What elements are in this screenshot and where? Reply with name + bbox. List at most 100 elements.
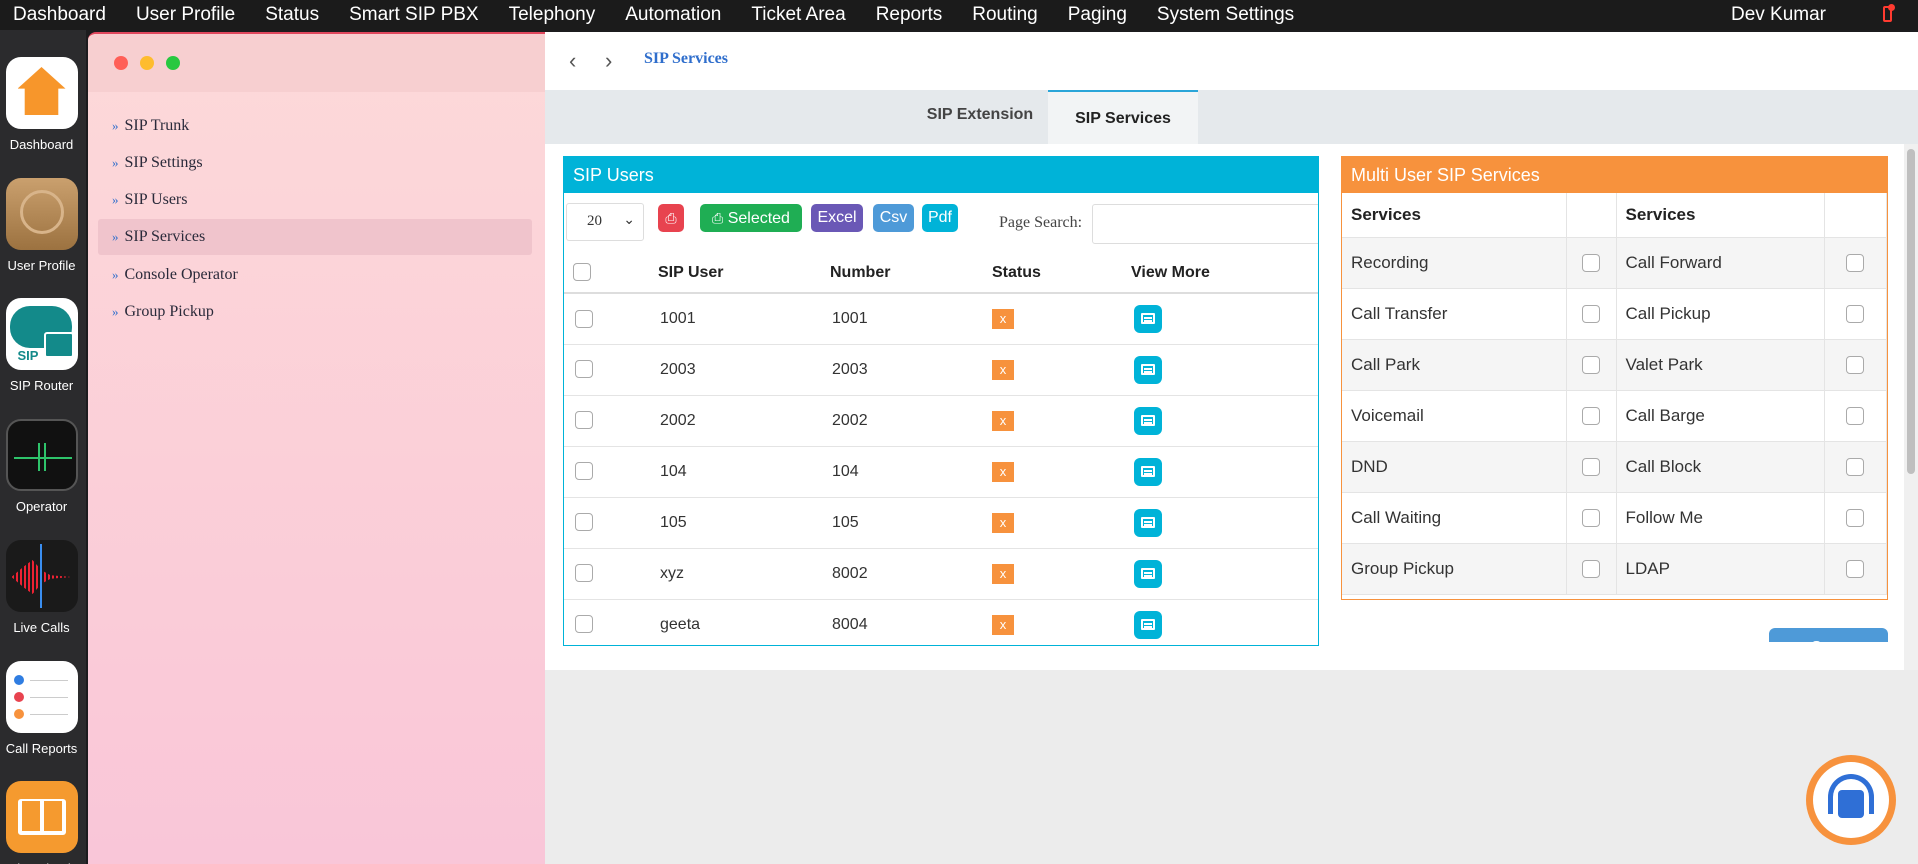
row-checkbox[interactable] bbox=[575, 462, 593, 481]
service-checkbox[interactable] bbox=[1846, 305, 1865, 324]
service-checkbox-cell bbox=[1824, 237, 1887, 289]
row-checkbox[interactable] bbox=[575, 309, 593, 328]
view-more-cell bbox=[1131, 548, 1318, 600]
home-icon bbox=[5, 57, 78, 129]
page-size-select[interactable]: 20 ⌄ bbox=[566, 203, 644, 241]
dock-item-dashboard[interactable]: Dashboard bbox=[0, 57, 83, 152]
row-checkbox[interactable] bbox=[575, 411, 593, 430]
status-badge[interactable]: x bbox=[992, 308, 1014, 329]
page-search-input[interactable] bbox=[1092, 204, 1318, 244]
table-row: 2003 2003 x bbox=[564, 344, 1318, 396]
user-name[interactable]: Dev Kumar bbox=[1731, 4, 1826, 26]
service-row: Voicemail Call Barge bbox=[1342, 390, 1887, 442]
menu-item-reports[interactable]: Reports bbox=[861, 4, 958, 26]
menu-item-paging[interactable]: Paging bbox=[1053, 4, 1142, 26]
status-badge[interactable]: x bbox=[992, 359, 1014, 380]
row-select-cell bbox=[564, 293, 658, 345]
col-view-more[interactable]: View More bbox=[1131, 253, 1318, 294]
sidebar-item-sip-trunk[interactable]: » SIP Trunk bbox=[98, 108, 532, 144]
service-checkbox[interactable] bbox=[1582, 305, 1600, 324]
row-checkbox[interactable] bbox=[575, 513, 593, 532]
dock-item-user-profile[interactable]: User Profile bbox=[0, 178, 83, 273]
service-checkbox[interactable] bbox=[1846, 407, 1865, 426]
tab-sip-services[interactable]: SIP Services bbox=[1048, 90, 1198, 144]
col-status[interactable]: Status bbox=[992, 253, 1131, 294]
row-checkbox[interactable] bbox=[575, 615, 593, 634]
services-body: Services Services Recording Call Forward C… bbox=[1342, 193, 1887, 595]
sip-user-cell: 2002 bbox=[658, 395, 830, 447]
menu-item-system-settings[interactable]: System Settings bbox=[1142, 4, 1309, 26]
sip-users-table: SIP User Number Status View More 1001 100… bbox=[564, 253, 1318, 645]
scrollbar-thumb[interactable] bbox=[1907, 149, 1915, 474]
service-checkbox[interactable] bbox=[1582, 356, 1600, 375]
menu-item-user-profile[interactable]: User Profile bbox=[121, 4, 250, 26]
view-more-button[interactable] bbox=[1134, 508, 1162, 537]
menu-item-telephony[interactable]: Telephony bbox=[494, 4, 611, 26]
view-more-button[interactable] bbox=[1134, 610, 1162, 639]
sidebar-item-sip-services[interactable]: » SIP Services bbox=[98, 219, 532, 255]
menu-item-automation[interactable]: Automation bbox=[610, 4, 736, 26]
view-more-button[interactable] bbox=[1134, 304, 1162, 333]
sidebar-item-group-pickup[interactable]: » Group Pickup bbox=[98, 294, 532, 330]
scrollbar[interactable] bbox=[1904, 144, 1918, 670]
menu-item-ticket-area[interactable]: Ticket Area bbox=[736, 4, 860, 26]
menu-item-smart-sip-pbx[interactable]: Smart SIP PBX bbox=[334, 4, 494, 26]
service-checkbox[interactable] bbox=[1846, 560, 1865, 579]
row-checkbox[interactable] bbox=[575, 564, 593, 583]
view-more-button[interactable] bbox=[1134, 406, 1162, 435]
service-checkbox[interactable] bbox=[1846, 356, 1865, 375]
dock-item-live-calls[interactable]: Live Calls bbox=[0, 540, 83, 635]
close-window-button[interactable] bbox=[114, 56, 128, 70]
zoom-window-button[interactable] bbox=[166, 56, 180, 70]
service-checkbox[interactable] bbox=[1846, 254, 1865, 273]
forward-arrow-icon[interactable]: › bbox=[605, 48, 612, 74]
dock-item-phonebook[interactable]: Phonebook bbox=[0, 781, 83, 864]
sidebar-item-sip-settings[interactable]: » SIP Settings bbox=[98, 145, 532, 181]
sidebar-item-console-operator[interactable]: » Console Operator bbox=[98, 257, 532, 293]
col-sip-user[interactable]: SIP User bbox=[658, 253, 830, 294]
service-name: Valet Park bbox=[1616, 339, 1825, 391]
service-checkbox[interactable] bbox=[1846, 458, 1865, 477]
service-name: LDAP bbox=[1616, 543, 1825, 595]
tab-sip-extension[interactable]: SIP Extension bbox=[905, 90, 1055, 144]
print-selected-button[interactable]: ⎙ Selected bbox=[700, 204, 802, 232]
service-checkbox[interactable] bbox=[1582, 509, 1600, 528]
back-arrow-icon[interactable]: ‹ bbox=[569, 48, 576, 74]
csv-button[interactable]: Csv bbox=[873, 204, 914, 232]
dock-label: Dashboard bbox=[9, 137, 74, 152]
select-all-checkbox[interactable] bbox=[573, 263, 591, 282]
row-checkbox[interactable] bbox=[575, 360, 593, 379]
save-button[interactable]: Save bbox=[1769, 628, 1888, 642]
view-more-button[interactable] bbox=[1134, 559, 1162, 588]
menu-items: Dashboard User Profile Status Smart SIP PBX… bbox=[0, 4, 1309, 26]
row-select-cell bbox=[564, 497, 658, 549]
service-checkbox[interactable] bbox=[1582, 407, 1600, 426]
support-headset-button[interactable] bbox=[1806, 755, 1896, 845]
print-button[interactable]: ⎙ bbox=[658, 204, 684, 232]
service-checkbox[interactable] bbox=[1582, 560, 1600, 579]
sip-users-title: SIP Users bbox=[564, 157, 1318, 193]
service-checkbox[interactable] bbox=[1582, 458, 1600, 477]
sidebar-item-sip-users[interactable]: » SIP Users bbox=[98, 182, 532, 218]
col-number[interactable]: Number bbox=[830, 253, 992, 294]
service-checkbox[interactable] bbox=[1846, 509, 1865, 528]
status-badge[interactable]: x bbox=[992, 461, 1014, 482]
status-badge[interactable]: x bbox=[992, 563, 1014, 584]
view-more-button[interactable] bbox=[1134, 355, 1162, 384]
view-more-button[interactable] bbox=[1134, 457, 1162, 486]
dock-item-operator[interactable]: Operator bbox=[0, 419, 83, 514]
dock-item-call-reports[interactable]: Call Reports bbox=[0, 661, 83, 756]
status-badge[interactable]: x bbox=[992, 512, 1014, 533]
dock-item-sip-router[interactable]: SIP SIP Router bbox=[0, 298, 83, 393]
number-cell: 1001 bbox=[830, 293, 992, 345]
status-badge[interactable]: x bbox=[992, 614, 1014, 635]
menu-item-status[interactable]: Status bbox=[250, 4, 334, 26]
excel-button[interactable]: Excel bbox=[811, 204, 863, 232]
minimize-window-button[interactable] bbox=[140, 56, 154, 70]
service-checkbox[interactable] bbox=[1582, 254, 1600, 273]
menu-item-routing[interactable]: Routing bbox=[957, 4, 1053, 26]
status-badge[interactable]: x bbox=[992, 410, 1014, 431]
tab-bar: SIP Extension SIP Services bbox=[545, 90, 1918, 144]
pdf-button[interactable]: Pdf bbox=[922, 204, 958, 232]
menu-item-dashboard[interactable]: Dashboard bbox=[0, 4, 121, 26]
